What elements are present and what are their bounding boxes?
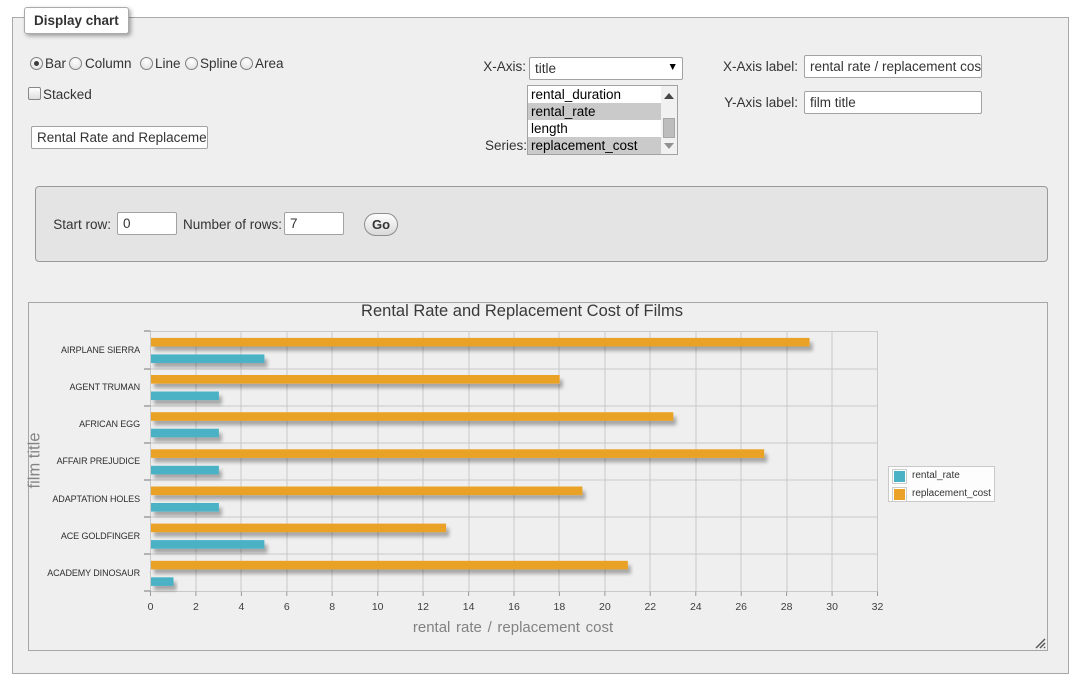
svg-text:32: 32 bbox=[872, 601, 884, 613]
svg-text:16: 16 bbox=[508, 601, 520, 613]
svg-text:12: 12 bbox=[417, 601, 429, 613]
svg-text:28: 28 bbox=[781, 601, 793, 613]
svg-text:14: 14 bbox=[463, 601, 475, 613]
svg-text:22: 22 bbox=[644, 601, 656, 613]
svg-text:20: 20 bbox=[599, 601, 611, 613]
svg-text:0: 0 bbox=[148, 601, 154, 613]
svg-text:24: 24 bbox=[690, 601, 702, 613]
svg-text:8: 8 bbox=[329, 601, 335, 613]
svg-text:26: 26 bbox=[735, 601, 747, 613]
svg-text:18: 18 bbox=[554, 601, 566, 613]
svg-text:10: 10 bbox=[372, 601, 384, 613]
svg-text:30: 30 bbox=[826, 601, 838, 613]
svg-text:6: 6 bbox=[284, 601, 290, 613]
svg-text:4: 4 bbox=[238, 601, 244, 613]
svg-text:2: 2 bbox=[193, 601, 199, 613]
